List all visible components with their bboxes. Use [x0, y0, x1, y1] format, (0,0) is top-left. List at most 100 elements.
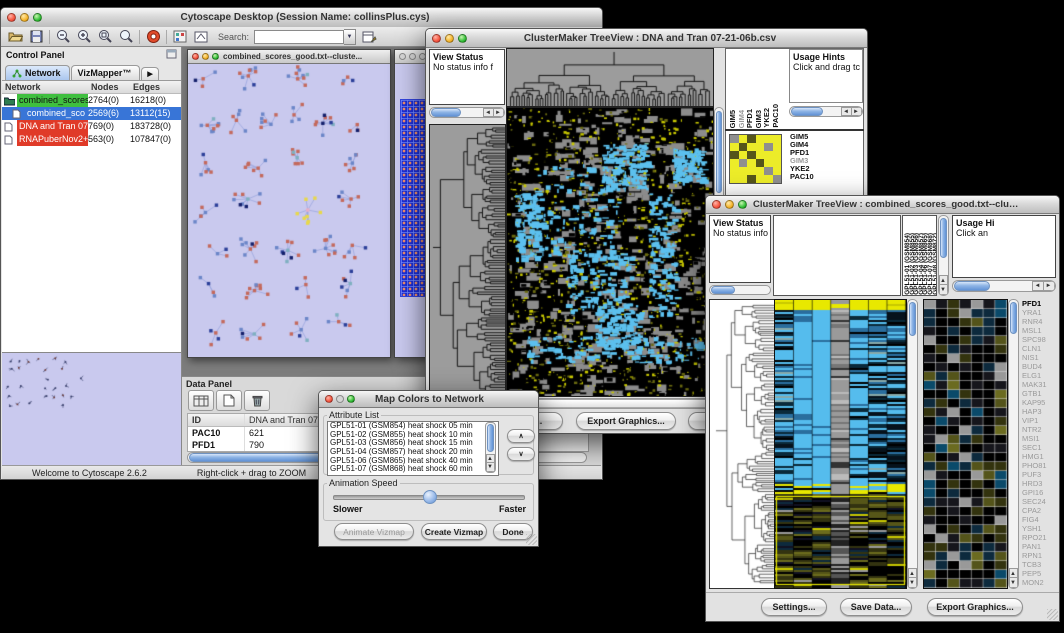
gene-label: BUD4 [1022, 362, 1058, 371]
gene-label: GPI16 [1022, 488, 1058, 497]
minimize-button[interactable] [20, 13, 29, 22]
zoom-heatmap-scrollbar[interactable]: ▲ ▼ [1008, 299, 1019, 589]
close-button[interactable] [432, 34, 441, 43]
attribute-select-icon[interactable] [188, 390, 214, 411]
zoom-window-button[interactable] [347, 395, 355, 403]
annotation-icon[interactable] [193, 29, 209, 44]
delete-attribute-trash-icon[interactable] [244, 390, 270, 411]
usage-hints-text: Click an [953, 228, 1055, 238]
tab-network[interactable]: Network [5, 65, 70, 80]
attribute-list-scrollbar[interactable]: ▲ ▼ [485, 422, 496, 473]
close-button[interactable] [399, 53, 406, 60]
minimize-button[interactable] [725, 200, 734, 209]
create-vizmap-button[interactable]: Create Vizmap [421, 523, 487, 540]
treeview-combined-titlebar[interactable]: ClusterMaker TreeView : combined_scores_… [706, 196, 1059, 214]
control-panel: Control Panel Network VizMapper™ ▶ Netwo… [2, 47, 182, 465]
tab-overflow-arrow[interactable]: ▶ [141, 67, 158, 80]
export-graphics-button[interactable]: Export Graphics... [927, 598, 1023, 616]
move-down-button[interactable]: ∨ [507, 447, 535, 461]
usage-hints-scrollbar[interactable]: ◄ ► [952, 280, 1056, 292]
close-button[interactable] [192, 53, 199, 60]
zoom-window-button[interactable] [738, 200, 747, 209]
zoom-selected-icon[interactable] [97, 29, 113, 44]
float-panel-icon[interactable] [166, 49, 177, 61]
cytoscape-titlebar[interactable]: Cytoscape Desktop (Session Name: collins… [1, 8, 602, 28]
edge-count: 107847(0) [130, 133, 181, 146]
close-button[interactable] [712, 200, 721, 209]
zoom-heatmap-cell [747, 159, 756, 167]
zoom-heatmap[interactable] [923, 299, 1008, 589]
search-input[interactable] [254, 30, 344, 44]
zoom-heatmap-cell [756, 167, 765, 175]
network-tree-row[interactable]: combined_scores2764(0)16218(0) [2, 94, 181, 107]
zoom-in-icon[interactable] [76, 29, 92, 44]
search-dropdown-arrow[interactable]: ▼ [344, 29, 356, 45]
view-status-title: View Status [430, 50, 504, 62]
row-dendrogram[interactable] [429, 124, 506, 397]
global-heatmap-scrollbar[interactable]: ▲ ▼ [907, 299, 918, 589]
network-overview-thumbnail[interactable] [2, 352, 181, 465]
column-dendrogram[interactable] [506, 48, 714, 107]
zoom-heatmap-cell [764, 159, 773, 167]
usage-hints-scrollbar[interactable]: ◄ ► [789, 106, 863, 117]
gene-label: HAP3 [1022, 407, 1058, 416]
save-session-icon[interactable] [28, 29, 44, 44]
export-graphics-button[interactable]: Export Graphics... [576, 412, 676, 430]
gene-label: SPC98 [1022, 335, 1058, 344]
zoom-out-icon[interactable] [55, 29, 71, 44]
status-scrollbar[interactable]: ◄ ► [429, 107, 505, 118]
attribute-list-item[interactable]: GPL51-07 (GSM868) heat shock 60 min [328, 465, 498, 474]
move-up-button[interactable]: ∧ [507, 429, 535, 443]
global-heatmap[interactable] [506, 107, 714, 397]
row-dendrogram[interactable] [709, 299, 775, 589]
zoom-heatmap-cell [747, 175, 756, 183]
network-graph-canvas[interactable] [188, 64, 388, 356]
global-heatmap[interactable] [774, 299, 907, 589]
network-view-titlebar[interactable]: combined_scores_good.txt--cluste... [188, 50, 390, 64]
animate-vizmap-button[interactable]: Animate Vizmap [334, 523, 414, 540]
minimize-button[interactable] [336, 395, 344, 403]
zoom-heatmap-cell [756, 151, 765, 159]
vizmap-icon[interactable] [172, 29, 188, 44]
network-table-header[interactable]: Network Nodes Edges [2, 81, 181, 94]
attribute-list[interactable]: GPL51-01 (GSM854) heat shock 05 minGPL51… [327, 421, 499, 476]
zoom-heatmap[interactable] [729, 134, 782, 184]
zoom-fit-icon[interactable] [118, 29, 134, 44]
resize-grip[interactable] [1047, 609, 1058, 620]
column-label: GIM5 [728, 110, 736, 128]
zoom-window-button[interactable] [212, 53, 219, 60]
column-label: GPL51-07 (GSM868) [927, 233, 932, 295]
resize-grip[interactable] [526, 534, 537, 545]
help-lifering-icon[interactable] [145, 29, 161, 44]
status-scrollbar[interactable] [709, 285, 771, 295]
dialog-titlebar[interactable]: Map Colors to Network [319, 391, 538, 408]
minimize-button[interactable] [409, 53, 416, 60]
view-status-panel: View Status No status info [709, 215, 771, 283]
usage-hints-panel: Usage Hi Click an [952, 215, 1056, 278]
close-button[interactable] [7, 13, 16, 22]
column-labels-scrollbar[interactable]: ▲ ▼ [938, 215, 949, 296]
network-tree-row[interactable]: DNA and Tran 07769(0)183728(0) [2, 120, 181, 133]
minimize-button[interactable] [445, 34, 454, 43]
settings-button[interactable]: Settings... [761, 598, 827, 616]
minimize-button[interactable] [202, 53, 209, 60]
close-button[interactable] [325, 395, 333, 403]
new-attribute-icon[interactable] [216, 390, 242, 411]
zoom-heatmap-cell [739, 151, 748, 159]
row-label: PAC10 [790, 173, 814, 181]
column-dendrogram-area[interactable] [773, 215, 901, 296]
gene-label: CLN1 [1022, 344, 1058, 353]
folder-icon [4, 96, 15, 106]
treeview-dna-titlebar[interactable]: ClusterMaker TreeView : DNA and Tran 07-… [426, 29, 867, 48]
tab-vizmapper[interactable]: VizMapper™ [71, 65, 141, 80]
edge-count: 183728(0) [130, 120, 181, 133]
zoom-window-button[interactable] [33, 13, 42, 22]
configure-search-icon[interactable] [361, 29, 377, 44]
zoom-window-button[interactable] [458, 34, 467, 43]
save-data-button[interactable]: Save Data... [840, 598, 912, 616]
usage-hints-title: Usage Hints [790, 50, 862, 62]
open-session-icon[interactable] [7, 29, 23, 44]
animation-speed-slider-thumb[interactable] [423, 490, 437, 504]
network-tree-row[interactable]: combined_sco2569(6)13112(15) [2, 107, 181, 120]
network-tree-row[interactable]: RNAPuberNov2+563(0)107847(0) [2, 133, 181, 146]
